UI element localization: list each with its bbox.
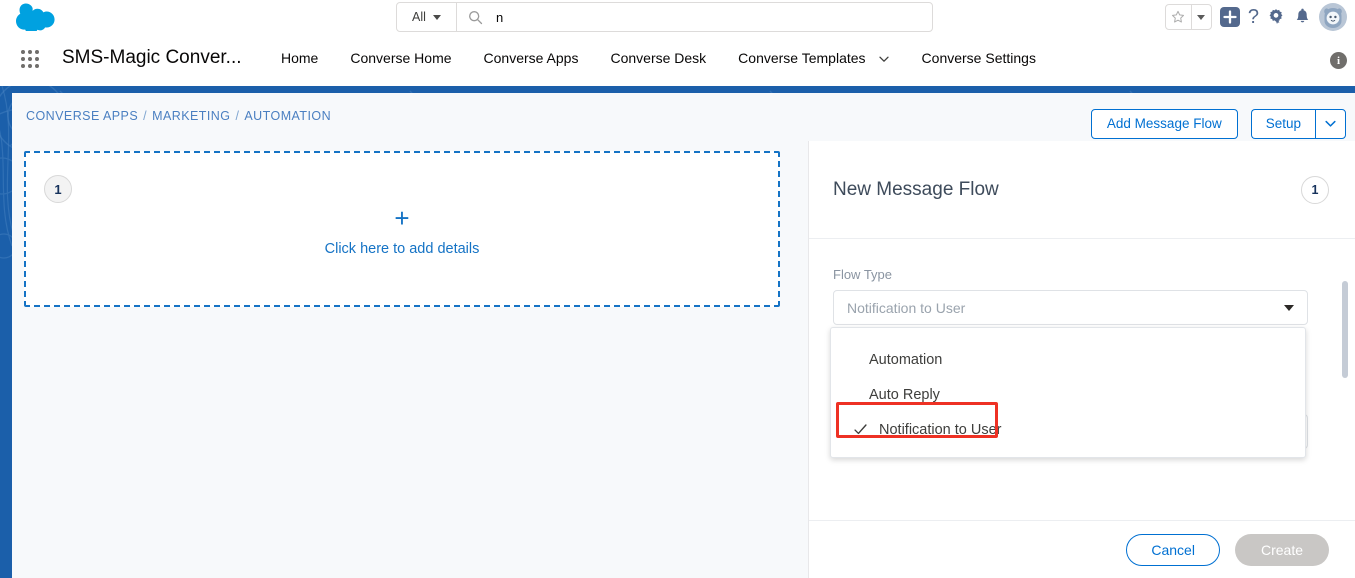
breadcrumb-item-automation[interactable]: AUTOMATION — [244, 109, 331, 123]
favorites-chevron-down-icon[interactable] — [1192, 5, 1211, 29]
breadcrumb-separator: / — [143, 109, 148, 123]
nav-item-label: Converse Home — [350, 50, 452, 66]
global-search-box[interactable]: All n — [396, 2, 933, 32]
search-icon — [468, 10, 483, 25]
add-icon[interactable] — [1219, 6, 1241, 28]
nav-items: Home Converse Home Converse Apps Convers… — [265, 46, 1052, 70]
setup-split-button: Setup — [1250, 109, 1346, 139]
app-launcher-icon[interactable] — [21, 50, 45, 72]
flow-step-dropzone[interactable]: 1 + Click here to add details — [24, 151, 780, 307]
nav-item-label: Converse Templates — [738, 50, 866, 66]
breadcrumb-item-marketing[interactable]: MARKETING — [152, 109, 230, 123]
search-scope-selector[interactable]: All — [397, 3, 457, 31]
setup-chevron-down-icon[interactable] — [1315, 109, 1346, 139]
setup-button[interactable]: Setup — [1250, 109, 1315, 139]
nav-item-converse-desk[interactable]: Converse Desk — [594, 46, 722, 70]
search-scope-label: All — [412, 10, 426, 24]
chevron-down-icon[interactable] — [878, 52, 890, 64]
chevron-down-icon — [1284, 304, 1294, 311]
info-icon[interactable]: i — [1330, 52, 1347, 69]
nav-item-label: Converse Desk — [610, 50, 707, 66]
menu-item-label: Auto Reply — [869, 386, 940, 403]
favorites-group[interactable] — [1164, 4, 1212, 30]
flow-type-label: Flow Type — [833, 267, 893, 282]
check-icon — [853, 422, 869, 437]
panel-title: New Message Flow — [833, 178, 999, 200]
help-icon[interactable]: ? — [1248, 6, 1259, 29]
plus-icon: + — [394, 203, 410, 233]
flow-type-value: Notification to User — [847, 299, 966, 316]
setup-gear-icon[interactable] — [1266, 7, 1286, 27]
nav-item-converse-templates[interactable]: Converse Templates — [722, 46, 905, 70]
menu-item-label: Automation — [869, 351, 943, 368]
notifications-bell-icon[interactable] — [1293, 8, 1312, 27]
nav-item-converse-settings[interactable]: Converse Settings — [906, 46, 1052, 70]
app-name[interactable]: SMS-Magic Conver... — [62, 47, 242, 69]
breadcrumb-separator: / — [235, 109, 240, 123]
flow-type-combobox[interactable]: Notification to User — [833, 290, 1308, 325]
favorites-star-icon[interactable] — [1166, 5, 1192, 29]
menu-item-label: Notification to User — [879, 421, 1002, 438]
search-input[interactable]: n — [496, 10, 932, 25]
panel-scrollbar[interactable] — [1342, 281, 1348, 378]
nav-item-label: Home — [281, 50, 319, 66]
panel-step-badge: 1 — [1301, 175, 1329, 204]
user-avatar[interactable] — [1319, 3, 1347, 31]
nav-item-home[interactable]: Home — [265, 46, 334, 70]
chevron-down-icon — [432, 14, 441, 20]
nav-item-converse-home[interactable]: Converse Home — [334, 46, 467, 70]
add-details-label: Click here to add details — [324, 241, 480, 257]
panel-header: New Message Flow 1 — [809, 141, 1355, 239]
add-message-flow-button[interactable]: Add Message Flow — [1090, 109, 1238, 139]
breadcrumb: CONVERSE APPS / MARKETING / AUTOMATION — [26, 109, 331, 123]
menu-item-automation[interactable]: Automation — [831, 342, 1305, 377]
nav-item-label: Converse Settings — [921, 50, 1036, 66]
nav-item-label: Converse Apps — [483, 50, 579, 66]
breadcrumb-item-converse-apps[interactable]: CONVERSE APPS — [26, 109, 138, 123]
create-button[interactable]: Create — [1234, 533, 1329, 566]
global-header: All n ? — [0, 0, 1355, 34]
salesforce-cloud-logo[interactable] — [14, 3, 58, 31]
flow-canvas: 1 + Click here to add details — [12, 141, 808, 578]
header-actions: ? — [1164, 1, 1347, 33]
flow-type-field: Flow Type Notification to User — [833, 267, 1329, 325]
flow-type-dropdown-menu: Automation Auto Reply Notification to Us… — [830, 327, 1306, 458]
menu-item-notification-to-user[interactable]: Notification to User — [831, 412, 1305, 447]
add-details-cta[interactable]: + Click here to add details — [26, 205, 778, 257]
step-badge: 1 — [44, 175, 72, 203]
page-actions: Add Message Flow Setup — [1090, 109, 1346, 139]
nav-item-converse-apps[interactable]: Converse Apps — [468, 46, 595, 70]
cancel-button[interactable]: Cancel — [1126, 533, 1220, 566]
menu-item-auto-reply[interactable]: Auto Reply — [831, 377, 1305, 412]
panel-footer: Cancel Create — [809, 520, 1355, 578]
